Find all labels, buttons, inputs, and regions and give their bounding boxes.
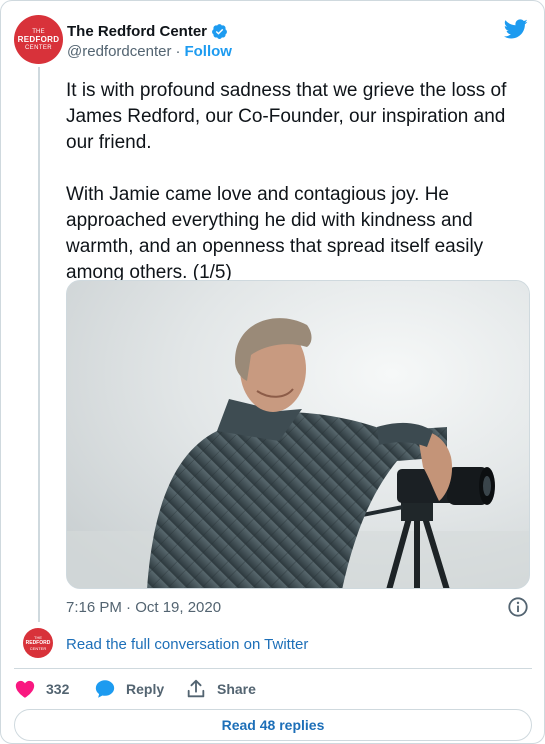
- tweet-photo[interactable]: [66, 280, 530, 589]
- speech-bubble-icon: [95, 680, 115, 698]
- embedded-tweet-card: THE REDFORD CENTER The Redford Center @r…: [0, 0, 545, 744]
- avatar-text-line-1: THE: [32, 28, 45, 35]
- tweet-timestamp[interactable]: 7:16 PM · Oct 19, 2020: [66, 599, 221, 616]
- handle-row: @redfordcenter · Follow: [67, 43, 232, 60]
- handle[interactable]: @redfordcenter: [67, 43, 171, 60]
- share-button[interactable]: Share: [185, 677, 256, 701]
- avatar-text-line-2: REDFORD: [17, 34, 60, 44]
- info-icon[interactable]: [507, 596, 529, 618]
- thread-line: [38, 67, 40, 622]
- avatar-text-line-3: CENTER: [24, 44, 53, 51]
- like-button[interactable]: 332: [14, 677, 69, 701]
- conversation-avatar[interactable]: THE REDFORD CENTER: [23, 628, 53, 658]
- author-name-row[interactable]: The Redford Center: [67, 21, 228, 41]
- divider: [14, 668, 532, 669]
- follow-link[interactable]: Follow: [184, 43, 232, 60]
- read-full-conversation-link[interactable]: Read the full conversation on Twitter: [66, 636, 308, 653]
- avatar-small-text-line-2: REDFORD: [25, 639, 51, 646]
- heart-icon: [15, 680, 35, 698]
- avatar[interactable]: THE REDFORD CENTER: [14, 15, 63, 64]
- avatar-small-text-line-3: CENTER: [29, 645, 47, 651]
- tweet-text: It is with profound sadness that we grie…: [66, 80, 507, 283]
- share-icon: [187, 679, 205, 698]
- read-replies-label: Read 48 replies: [221, 717, 325, 733]
- avatar-small-text-line-1: THE: [34, 634, 42, 640]
- photo-illustration: [67, 281, 529, 588]
- reply-button[interactable]: Reply: [94, 677, 164, 701]
- like-count: 332: [46, 681, 70, 697]
- reply-label: Reply: [126, 681, 165, 697]
- verified-badge-icon: [212, 23, 227, 39]
- read-replies-button[interactable]: Read 48 replies: [14, 709, 532, 741]
- separator: ·: [175, 43, 181, 60]
- display-name[interactable]: The Redford Center: [67, 23, 207, 40]
- twitter-bird-icon[interactable]: [504, 17, 528, 41]
- share-label: Share: [217, 681, 256, 697]
